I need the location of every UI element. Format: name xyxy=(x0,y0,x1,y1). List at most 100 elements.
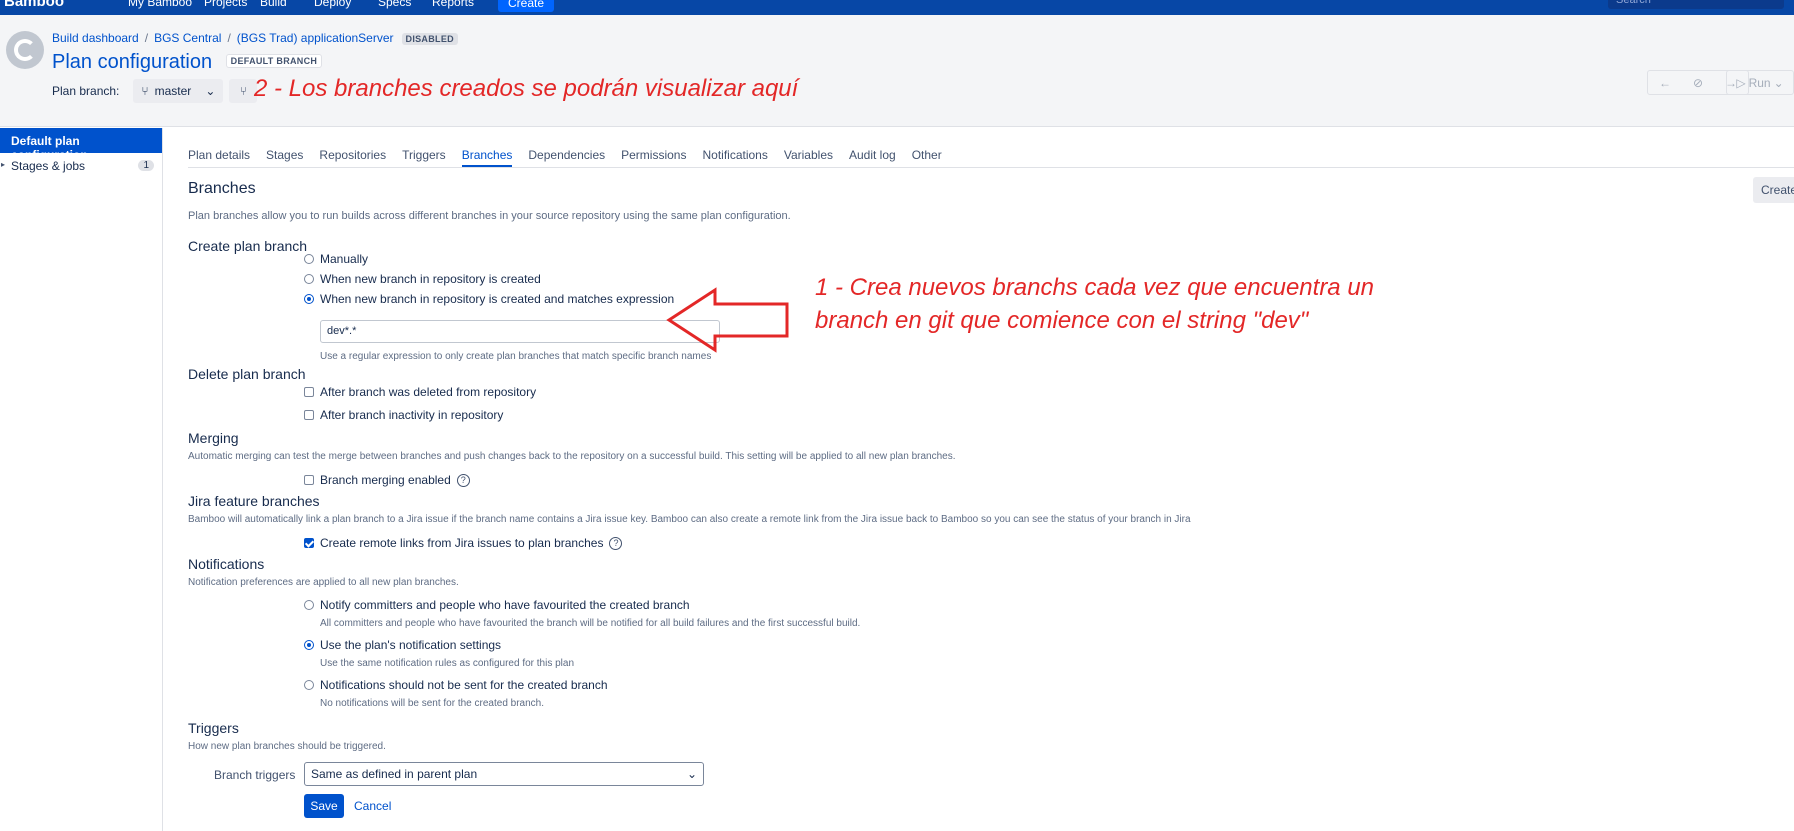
nav-build[interactable]: Build xyxy=(260,0,287,9)
option-help: Use the same notification rules as confi… xyxy=(320,658,575,669)
branch-triggers-select[interactable]: Same as defined in parent plan ⌄ xyxy=(304,762,704,786)
tab-branches[interactable]: Branches xyxy=(461,148,513,167)
annotation-create-branch: 1 - Crea nuevos branchs cada vez que enc… xyxy=(815,274,1375,334)
run-button[interactable]: ▷ Run ⌄ xyxy=(1726,70,1794,95)
option-label: Create remote links from Jira issues to … xyxy=(320,536,604,550)
breadcrumb-build-dashboard[interactable]: Build dashboard xyxy=(52,31,139,45)
page-header: Build dashboard / BGS Central / (BGS Trad) a… xyxy=(0,15,1794,127)
tab-dependencies[interactable]: Dependencies xyxy=(528,148,605,167)
tab-other[interactable]: Other xyxy=(912,148,942,167)
sidebar-item-label: Stages & jobs xyxy=(11,158,86,173)
radio-new-branch[interactable]: When new branch in repository is created xyxy=(304,272,541,286)
compass-icon[interactable]: ⊘ xyxy=(1693,76,1703,90)
breadcrumb-plan[interactable]: (BGS Trad) applicationServer xyxy=(237,31,394,45)
cancel-link[interactable]: Cancel xyxy=(354,799,391,813)
bamboo-logo[interactable]: Bamboo xyxy=(4,0,64,10)
tab-repositories[interactable]: Repositories xyxy=(319,148,386,167)
annotation-arrow-icon xyxy=(666,287,789,353)
branch-add-icon: ⑂ xyxy=(239,84,247,98)
caret-right-icon[interactable]: ▸ xyxy=(1,160,5,169)
radio-button[interactable] xyxy=(304,254,314,264)
expression-help: Use a regular expression to only create … xyxy=(320,351,712,362)
option-label: Use the plan's notification settings xyxy=(320,638,502,652)
radio-use-plan-settings[interactable]: Use the plan's notification settings xyxy=(304,638,501,652)
tab-audit-log[interactable]: Audit log xyxy=(849,148,896,167)
page-title-text: Plan configuration xyxy=(52,51,213,73)
option-help: No notifications will be sent for the cr… xyxy=(320,698,545,709)
nav-specs[interactable]: Specs xyxy=(378,0,411,9)
tab-plan-details[interactable]: Plan details xyxy=(188,148,250,167)
checkbox[interactable] xyxy=(304,538,314,548)
sidebar: Default plan configuration ▸ Stages & jo… xyxy=(0,128,163,831)
branch-expression-input[interactable]: dev*.* xyxy=(320,320,720,343)
jira-description: Bamboo will automatically link a plan br… xyxy=(188,514,1191,525)
save-button[interactable]: Save xyxy=(304,794,344,818)
sidebar-item-stages-jobs[interactable]: ▸ Stages & jobs 1 xyxy=(0,153,162,178)
checkbox[interactable] xyxy=(304,387,314,397)
merging-title: Merging xyxy=(188,430,239,446)
radio-new-branch-expression[interactable]: When new branch in repository is created… xyxy=(304,292,674,306)
sidebar-item-default-plan-configuration[interactable]: Default plan configuration xyxy=(0,128,162,162)
tab-notifications[interactable]: Notifications xyxy=(702,148,767,167)
checkbox-jira-remote-links[interactable]: Create remote links from Jira issues to … xyxy=(304,536,623,550)
option-label: Notify committers and people who have fa… xyxy=(320,598,690,612)
search-input[interactable]: Search xyxy=(1608,0,1784,9)
annotation-branches-view: 2 - Los branches creados se podrán visua… xyxy=(254,75,799,102)
option-label: When new branch in repository is created xyxy=(320,272,541,286)
checkbox-after-inactivity[interactable]: After branch inactivity in repository xyxy=(304,408,503,422)
radio-no-notifications[interactable]: Notifications should not be sent for the… xyxy=(304,678,608,692)
option-help: All committers and people who have favou… xyxy=(320,618,861,629)
notifications-description: Notification preferences are applied to … xyxy=(188,577,459,588)
create-branch-button[interactable]: Create xyxy=(1753,177,1794,203)
section-heading: Branches xyxy=(188,180,256,197)
help-icon[interactable]: ? xyxy=(609,536,623,550)
status-badge: DISABLED xyxy=(401,33,458,45)
help-icon[interactable]: ? xyxy=(456,473,470,487)
notifications-title: Notifications xyxy=(188,556,265,572)
delete-plan-branch-title: Delete plan branch xyxy=(188,366,306,382)
nav-my-bamboo[interactable]: My Bamboo xyxy=(128,0,192,9)
option-label: When new branch in repository is created… xyxy=(320,292,675,306)
checkbox[interactable] xyxy=(304,410,314,420)
tab-permissions[interactable]: Permissions xyxy=(621,148,686,167)
checkbox-after-deleted[interactable]: After branch was deleted from repository xyxy=(304,385,536,399)
config-tabs: Plan details Stages Repositories Trigger… xyxy=(188,148,1794,168)
main-content: Plan details Stages Repositories Trigger… xyxy=(188,128,1794,831)
top-navigation: Bamboo My Bamboo Projects Build Deploy S… xyxy=(0,0,1794,15)
tab-stages[interactable]: Stages xyxy=(266,148,303,167)
radio-button[interactable] xyxy=(304,294,314,304)
radio-button[interactable] xyxy=(304,600,314,610)
checkbox-branch-merging[interactable]: Branch merging enabled? xyxy=(304,473,470,487)
branches-description: Plan branches allow you to run builds ac… xyxy=(188,210,791,222)
run-label: Run xyxy=(1748,75,1771,90)
nav-reports[interactable]: Reports xyxy=(432,0,474,9)
nav-create-button[interactable]: Create xyxy=(498,0,555,12)
jira-title: Jira feature branches xyxy=(188,493,320,509)
select-value: Same as defined in parent plan xyxy=(311,767,478,781)
chevron-down-icon: ⌄ xyxy=(1773,75,1784,90)
radio-button[interactable] xyxy=(304,274,314,284)
plan-branch-value: master xyxy=(154,84,192,98)
radio-notify-committers[interactable]: Notify committers and people who have fa… xyxy=(304,598,690,612)
radio-button[interactable] xyxy=(304,640,314,650)
nav-projects[interactable]: Projects xyxy=(204,0,247,9)
triggers-description: How new plan branches should be triggere… xyxy=(188,741,386,752)
page-title: Plan configuration DEFAULT BRANCH xyxy=(52,51,323,74)
branch-icon: ⑂ xyxy=(141,84,149,98)
breadcrumb-project[interactable]: BGS Central xyxy=(154,31,221,45)
option-label: After branch was deleted from repository xyxy=(320,385,537,399)
nav-deploy[interactable]: Deploy xyxy=(314,0,351,9)
tab-variables[interactable]: Variables xyxy=(784,148,833,167)
play-icon: ▷ xyxy=(1736,75,1746,90)
radio-button[interactable] xyxy=(304,680,314,690)
arrow-left-icon[interactable]: ← xyxy=(1659,76,1671,90)
radio-manually[interactable]: Manually xyxy=(304,252,368,266)
refresh-icon xyxy=(14,39,36,61)
breadcrumb: Build dashboard / BGS Central / (BGS Trad) a… xyxy=(52,31,458,45)
plan-branch-label: Plan branch: xyxy=(52,84,120,98)
tab-triggers[interactable]: Triggers xyxy=(402,148,446,167)
plan-branch-select[interactable]: ⑂ master ⌄ xyxy=(133,79,224,103)
option-label: Manually xyxy=(320,252,369,266)
checkbox[interactable] xyxy=(304,475,314,485)
plan-branch-row: Plan branch: ⑂ master ⌄ ⑂ xyxy=(52,79,258,103)
